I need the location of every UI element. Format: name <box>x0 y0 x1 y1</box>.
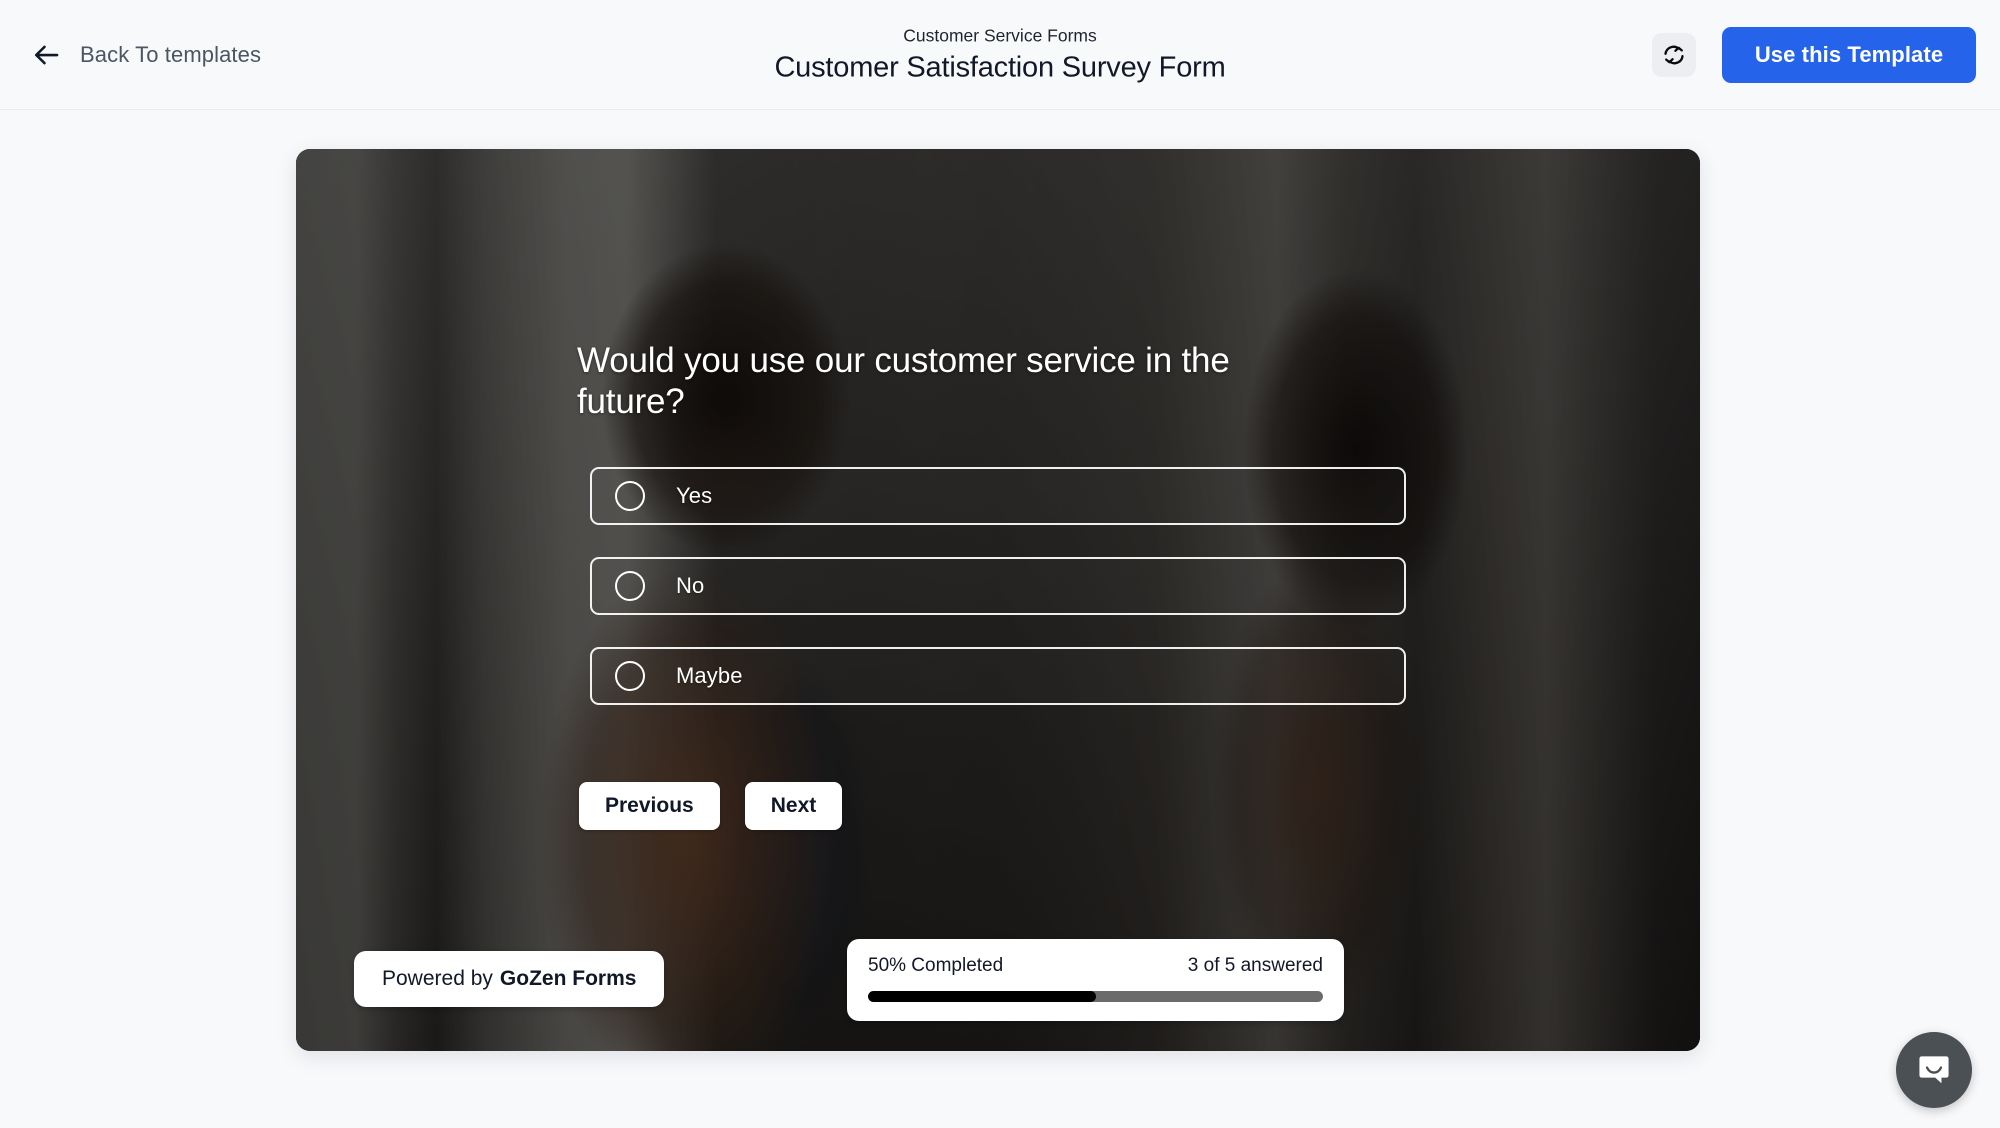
progress-bar-fill <box>868 991 1096 1002</box>
page-title: Customer Satisfaction Survey Form <box>774 51 1226 84</box>
powered-by-badge[interactable]: Powered by GoZen Forms <box>354 951 665 1007</box>
option-label: Maybe <box>676 663 743 688</box>
refresh-sync-icon <box>1662 43 1686 67</box>
radio-circle-icon[interactable] <box>615 481 645 511</box>
refresh-button[interactable] <box>1652 32 1696 77</box>
navigation-buttons: Previous Next <box>579 782 843 830</box>
back-to-templates-label: Back To templates <box>80 41 262 67</box>
option-maybe[interactable]: Maybe <box>590 647 1406 705</box>
arrow-left-icon <box>32 40 62 70</box>
powered-by-prefix: Powered by <box>382 967 493 990</box>
option-yes[interactable]: Yes <box>590 467 1406 525</box>
preview-stage: Would you use our customer service in th… <box>0 110 2000 1128</box>
progress-bar-track <box>868 991 1323 1002</box>
form-preview-card: Would you use our customer service in th… <box>296 149 1700 1051</box>
progress-panel: 50% Completed 3 of 5 answered <box>847 939 1344 1021</box>
option-label: No <box>676 573 705 598</box>
app-header: Back To templates Customer Service Forms… <box>0 0 2000 110</box>
progress-percent-label: 50% Completed <box>868 955 1004 976</box>
back-to-templates-button[interactable]: Back To templates <box>24 34 269 76</box>
chat-launcher-button[interactable] <box>1896 1032 1972 1108</box>
form-content: Would you use our customer service in th… <box>296 149 1700 1051</box>
answered-count-label: 3 of 5 answered <box>1187 955 1323 976</box>
radio-circle-icon[interactable] <box>615 571 645 601</box>
form-category: Customer Service Forms <box>903 24 1097 45</box>
progress-labels: 50% Completed 3 of 5 answered <box>868 955 1323 977</box>
use-this-template-button[interactable]: Use this Template <box>1722 26 1976 83</box>
header-actions: Use this Template <box>1652 26 1976 83</box>
header-title-block: Customer Service Forms Customer Satisfac… <box>550 24 1450 85</box>
option-label: Yes <box>676 483 713 508</box>
previous-button[interactable]: Previous <box>579 782 720 830</box>
option-no[interactable]: No <box>590 557 1406 615</box>
answer-options: Yes No Maybe <box>590 467 1406 705</box>
next-button[interactable]: Next <box>744 782 843 830</box>
powered-by-brand: GoZen Forms <box>499 967 637 990</box>
question-text: Would you use our customer service in th… <box>577 341 1230 421</box>
radio-circle-icon[interactable] <box>615 661 645 691</box>
chat-bubble-smile-icon <box>1915 1051 1953 1089</box>
